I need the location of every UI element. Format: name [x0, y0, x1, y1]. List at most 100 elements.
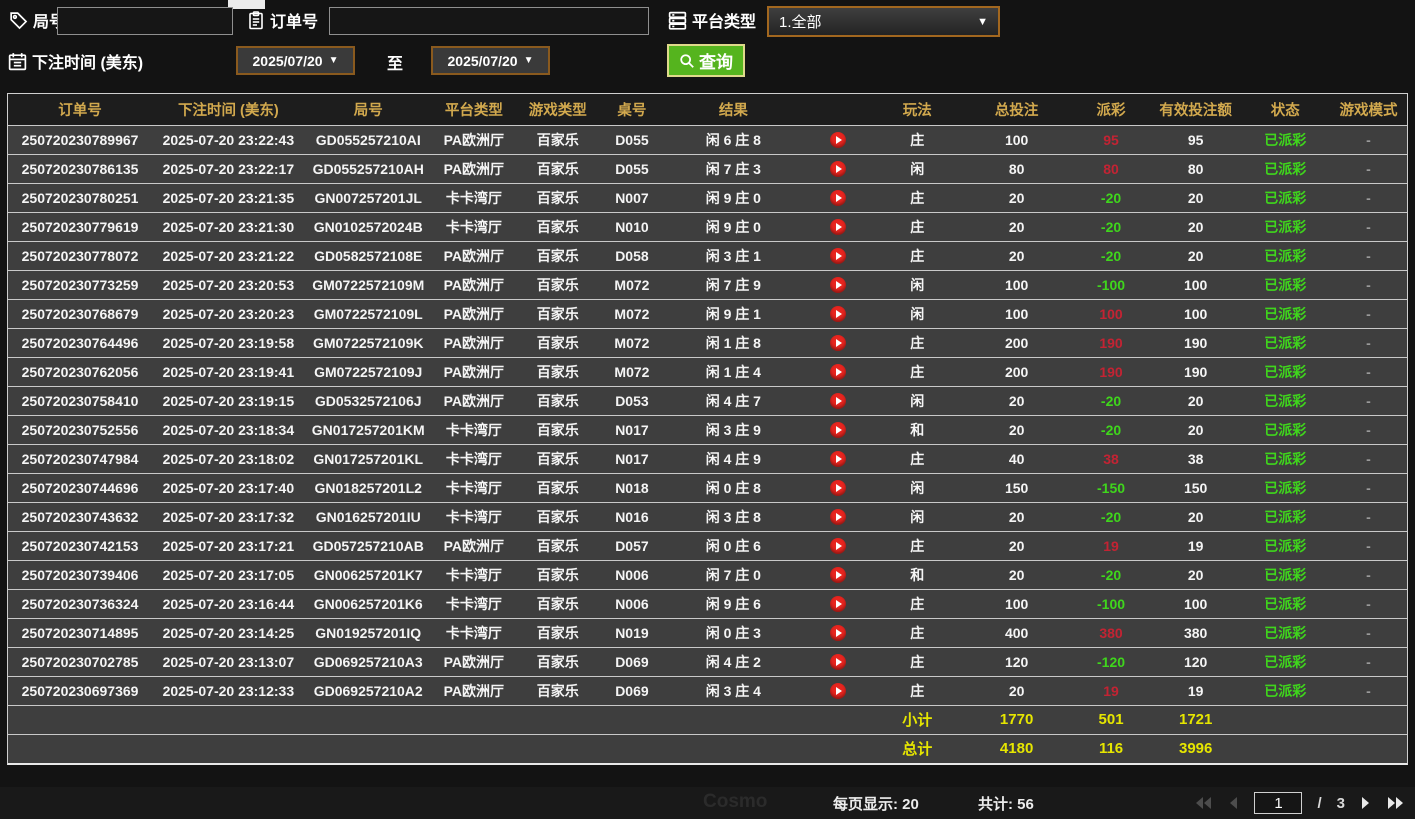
cell-total-bet: 100: [962, 298, 1072, 328]
play-video-button[interactable]: [829, 654, 846, 671]
play-video-button[interactable]: [829, 364, 846, 381]
cell-valid-bet: 120: [1150, 646, 1241, 676]
round-number-input[interactable]: [57, 7, 233, 35]
cell-video: [802, 443, 873, 473]
date-to-picker[interactable]: 2025/07/20 ▼: [431, 46, 550, 75]
play-video-button[interactable]: [829, 451, 846, 468]
page-number-input[interactable]: [1254, 792, 1303, 814]
cell-order-number: 250720230736324: [8, 588, 153, 618]
play-video-button[interactable]: [829, 422, 846, 439]
cell-game-type: 百家乐: [515, 501, 600, 531]
cell-status: 已派彩: [1240, 559, 1330, 589]
date-to-value: 2025/07/20: [447, 52, 518, 69]
play-icon: [835, 513, 842, 522]
cell-total-bet: 20: [962, 211, 1072, 241]
col-header-game-mode: 游戏模式: [1329, 94, 1407, 125]
play-video-button[interactable]: [829, 538, 846, 555]
cell-game-type: 百家乐: [515, 385, 600, 415]
play-video-button[interactable]: [829, 683, 846, 700]
play-video-button[interactable]: [829, 219, 846, 236]
stack-icon: [667, 10, 688, 31]
play-video-button[interactable]: [829, 567, 846, 584]
cell-bet-time: 2025-07-20 23:22:43: [152, 124, 305, 154]
cell-total-bet: 20: [962, 414, 1072, 444]
play-video-button[interactable]: [829, 625, 846, 642]
cell-table-number: M072: [599, 327, 665, 357]
cell-platform-type: PA欧洲厅: [431, 153, 516, 183]
cell-bet-time: 2025-07-20 23:14:25: [152, 617, 305, 647]
previous-page-icon[interactable]: [1228, 796, 1239, 810]
cell-video: [802, 211, 873, 241]
cell-result: 闲 0 庄 6: [664, 530, 803, 560]
cell-status: 已派彩: [1240, 588, 1330, 618]
play-video-button[interactable]: [829, 248, 846, 265]
play-icon: [835, 397, 842, 406]
cell-payout: -150: [1071, 472, 1151, 502]
play-video-button[interactable]: [829, 335, 846, 352]
play-icon: [835, 194, 842, 203]
play-video-button[interactable]: [829, 306, 846, 323]
cell-order-number: 250720230789967: [8, 124, 153, 154]
play-video-button[interactable]: [829, 393, 846, 410]
cell-bet-type: 庄: [872, 646, 963, 676]
cell-order-number: 250720230697369: [8, 675, 153, 705]
cell-total-bet: 400: [962, 617, 1072, 647]
cell-bet-time: 2025-07-20 23:12:33: [152, 675, 305, 705]
cell-bet-type: 庄: [872, 675, 963, 705]
play-video-button[interactable]: [829, 161, 846, 178]
cell-game-mode: -: [1329, 501, 1407, 531]
cell-result: 闲 7 庄 3: [664, 153, 803, 183]
table-row: 250720230762056 2025-07-20 23:19:41 GM07…: [8, 356, 1407, 386]
cell-game-mode: -: [1329, 356, 1407, 386]
cell-valid-bet: 80: [1150, 153, 1241, 183]
subtotal-payout: 501: [1071, 704, 1151, 734]
cell-order-number: 250720230714895: [8, 617, 153, 647]
cell-result: 闲 0 庄 3: [664, 617, 803, 647]
cell-video: [802, 240, 873, 270]
cell-status: 已派彩: [1240, 675, 1330, 705]
cell-total-bet: 100: [962, 269, 1072, 299]
platform-type-select[interactable]: 1.全部 ▼: [767, 6, 1000, 37]
cell-video: [802, 501, 873, 531]
date-from-picker[interactable]: 2025/07/20 ▼: [236, 46, 355, 75]
cell-result: 闲 0 庄 8: [664, 472, 803, 502]
cell-order-number: 250720230744696: [8, 472, 153, 502]
next-page-icon[interactable]: [1360, 796, 1371, 810]
table-row: 250720230768679 2025-07-20 23:20:23 GM07…: [8, 298, 1407, 328]
last-page-icon[interactable]: [1386, 796, 1405, 810]
table-row: 250720230758410 2025-07-20 23:19:15 GD05…: [8, 385, 1407, 415]
play-video-button[interactable]: [829, 480, 846, 497]
query-button[interactable]: 查询: [667, 44, 745, 77]
cell-order-number: 250720230743632: [8, 501, 153, 531]
cell-valid-bet: 20: [1150, 182, 1241, 212]
cell-game-type: 百家乐: [515, 124, 600, 154]
col-header-game-type: 游戏类型: [515, 94, 600, 125]
cell-platform-type: PA欧洲厅: [431, 124, 516, 154]
cell-valid-bet: 190: [1150, 356, 1241, 386]
cell-valid-bet: 20: [1150, 559, 1241, 589]
cell-table-number: N006: [599, 559, 665, 589]
cell-result: 闲 7 庄 9: [664, 269, 803, 299]
cell-total-bet: 20: [962, 182, 1072, 212]
play-video-button[interactable]: [829, 132, 846, 149]
cell-valid-bet: 380: [1150, 617, 1241, 647]
play-video-button[interactable]: [829, 596, 846, 613]
first-page-icon[interactable]: [1194, 796, 1213, 810]
table-row: 250720230789967 2025-07-20 23:22:43 GD05…: [8, 124, 1407, 154]
cell-valid-bet: 95: [1150, 124, 1241, 154]
cell-platform-type: 卡卡湾厅: [431, 211, 516, 241]
cell-table-number: N007: [599, 182, 665, 212]
cell-result: 闲 6 庄 8: [664, 124, 803, 154]
platform-type-value: 1.全部: [779, 14, 822, 31]
cell-valid-bet: 20: [1150, 385, 1241, 415]
cell-valid-bet: 20: [1150, 501, 1241, 531]
play-video-button[interactable]: [829, 190, 846, 207]
cell-status: 已派彩: [1240, 211, 1330, 241]
play-icon: [835, 339, 842, 348]
total-payout: 116: [1071, 733, 1151, 763]
order-number-input[interactable]: [329, 7, 649, 35]
subtotal-spacer: [8, 704, 873, 734]
play-video-button[interactable]: [829, 277, 846, 294]
play-video-button[interactable]: [829, 509, 846, 526]
cell-payout: -20: [1071, 559, 1151, 589]
